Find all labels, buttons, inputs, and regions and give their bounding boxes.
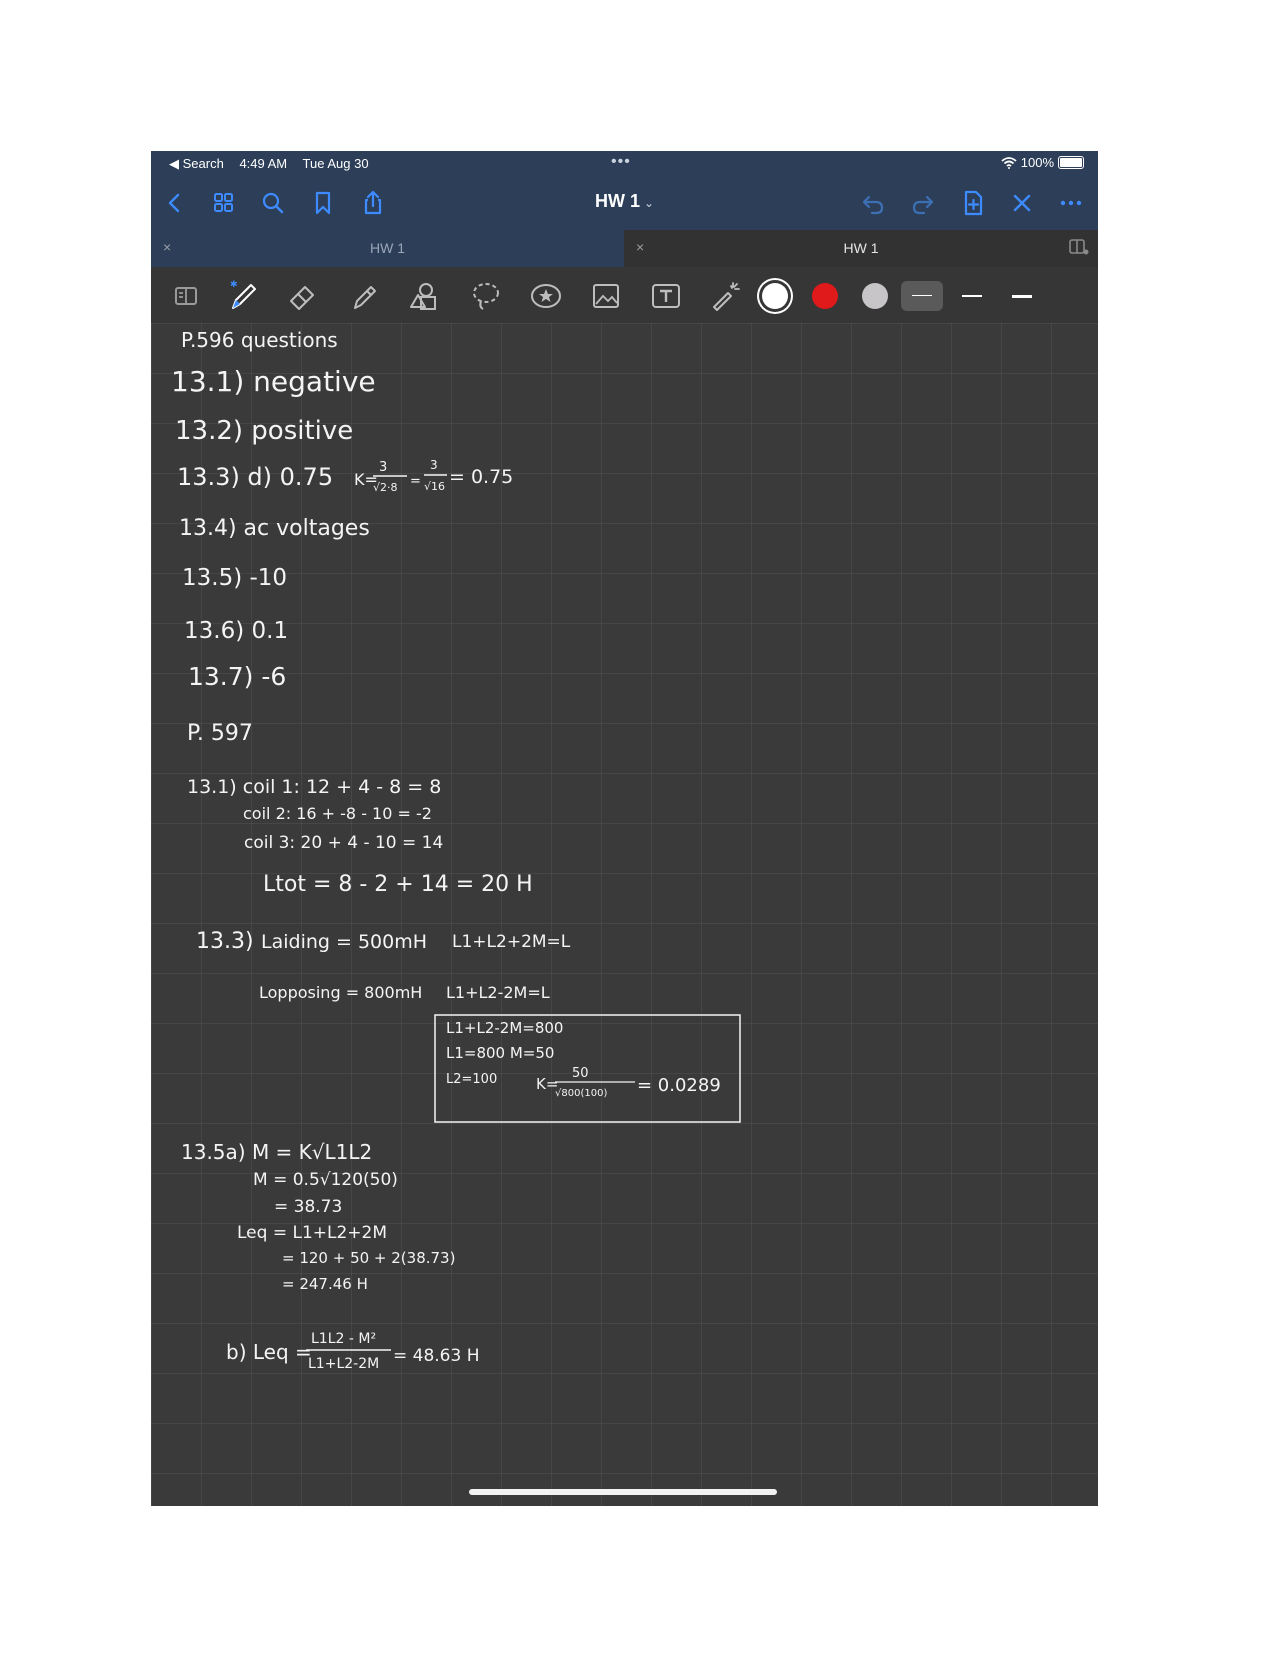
handwriting-layer: P.596 questions 13.1) negative 13.2) pos… [171, 328, 741, 1372]
stroke-width-medium[interactable] [951, 281, 993, 311]
wifi-icon [1001, 156, 1017, 169]
part-b-label: b) Leq = [226, 1340, 312, 1364]
multitask-dots[interactable]: ••• [611, 153, 631, 171]
step-m-sub: M = 0.5√120(50) [253, 1170, 398, 1190]
stroke-width-thick[interactable] [1001, 281, 1043, 311]
read-only-toggle-icon[interactable] [169, 279, 203, 313]
k-frac1-den: √2·8 [373, 481, 398, 494]
answer-13-7: 13.7) -6 [188, 662, 286, 691]
part-b-result: = 48.63 H [393, 1346, 480, 1366]
heading-p597: P. 597 [187, 721, 253, 746]
back-to-search[interactable]: ◀ Search [169, 156, 224, 171]
box-line-3: L2=100 [446, 1072, 497, 1087]
more-options-icon[interactable] [1057, 189, 1085, 217]
tab-hw1-second[interactable]: × HW 1 [624, 230, 1098, 267]
undo-icon[interactable] [859, 189, 887, 217]
add-page-icon[interactable] [959, 189, 987, 217]
box-k-num: 50 [572, 1066, 589, 1081]
q13-3-label: 13.3) [196, 929, 254, 954]
svg-text:✱: ✱ [230, 280, 238, 290]
elements-sticker-icon[interactable] [529, 279, 563, 313]
pen-tool-icon[interactable]: ✱ [227, 279, 261, 313]
answer-13-4: 13.4) ac voltages [179, 516, 370, 541]
k-frac2-num: 3 [430, 458, 438, 472]
tab-bar: × HW 1 × HW 1 [151, 230, 1098, 267]
coil-2-line: coil 2: 16 + -8 - 10 = -2 [243, 804, 432, 823]
color-swatch-white[interactable] [762, 283, 788, 309]
answer-13-3: 13.3) d) 0.75 [177, 463, 333, 491]
close-editing-icon[interactable] [1008, 189, 1036, 217]
document-title-label: HW 1 [594, 191, 640, 211]
answer-13-5: 13.5) -10 [182, 565, 287, 591]
step-leq: Leq = L1+L2+2M [237, 1223, 387, 1243]
part-b-den: L1+L2-2M [308, 1356, 379, 1372]
image-tool-icon[interactable] [589, 279, 623, 313]
tab-label: HW 1 [843, 240, 879, 256]
k-frac1-num: 3 [379, 460, 387, 475]
answer-13-2: 13.2) positive [175, 416, 353, 446]
box-k-result: = 0.0289 [637, 1075, 721, 1096]
step-m-result: = 38.73 [274, 1197, 342, 1217]
text-tool-icon[interactable] [649, 279, 683, 313]
ipad-screen: ◀ Search 4:49 AM Tue Aug 30 ••• 100% HW … [151, 151, 1098, 1506]
step-leq-sub: = 120 + 50 + 2(38.73) [282, 1249, 455, 1267]
box-line-1: L1+L2-2M=800 [446, 1019, 563, 1037]
highlighter-tool-icon[interactable] [348, 279, 382, 313]
battery-icon [1058, 156, 1084, 169]
stroke-width-thin[interactable] [901, 281, 943, 311]
laser-pointer-icon[interactable] [709, 279, 743, 313]
color-swatch-grey[interactable] [862, 283, 888, 309]
shapes-tool-icon[interactable] [407, 279, 441, 313]
answer-13-6: 13.6) 0.1 [184, 618, 288, 644]
document-title[interactable]: HW 1 ⌄ [151, 191, 1098, 212]
k-result: = 0.75 [449, 466, 513, 488]
navigation-bar: HW 1 ⌄ [151, 175, 1098, 230]
step-leq-result: = 247.46 H [282, 1275, 368, 1293]
box-k-den: √800(100) [555, 1088, 607, 1099]
l-total-line: Ltot = 8 - 2 + 14 = 20 H [263, 872, 533, 897]
eraser-tool-icon[interactable] [287, 279, 321, 313]
l-aiding-equation: L1+L2+2M=L [452, 932, 571, 952]
battery-percent: 100% [1020, 155, 1054, 170]
stroke-thin-line [912, 295, 932, 296]
chevron-down-icon: ⌄ [643, 196, 655, 210]
home-indicator[interactable] [469, 1489, 777, 1495]
k-frac2-den: √16 [424, 480, 445, 493]
coil-3-line: coil 3: 20 + 4 - 10 = 14 [244, 833, 443, 853]
color-swatch-red[interactable] [812, 283, 838, 309]
l-opposing: Lopposing = 800mH [259, 983, 422, 1002]
step-13-5a: 13.5a) M = K√L1L2 [181, 1140, 372, 1164]
box-line-2: L1=800 M=50 [446, 1044, 554, 1062]
part-b-num: L1L2 - M² [311, 1331, 376, 1347]
tab-label: HW 1 [370, 240, 405, 256]
lasso-tool-icon[interactable] [469, 279, 503, 313]
answer-13-1: 13.1) negative [171, 365, 376, 398]
stroke-thick-line [1012, 295, 1032, 298]
drawing-toolbar: ✱ [151, 267, 1098, 323]
redo-icon[interactable] [909, 189, 937, 217]
status-time: 4:49 AM [239, 156, 288, 171]
tab-hw1-first[interactable]: × HW 1 [151, 230, 624, 267]
stroke-medium-line [962, 295, 982, 297]
status-date: Tue Aug 30 [302, 156, 369, 171]
note-canvas[interactable]: P.596 questions 13.1) negative 13.2) pos… [151, 323, 1098, 1506]
split-view-icon[interactable] [1068, 238, 1090, 256]
heading-p596: P.596 questions [181, 328, 338, 352]
l-opposing-equation: L1+L2-2M=L [446, 983, 550, 1002]
coil-1-line: 13.1) coil 1: 12 + 4 - 8 = 8 [187, 776, 441, 798]
l-aiding: Laiding = 500mH [261, 931, 427, 953]
status-bar: ◀ Search 4:49 AM Tue Aug 30 ••• 100% [151, 151, 1098, 175]
svg-text:=: = [410, 474, 421, 489]
